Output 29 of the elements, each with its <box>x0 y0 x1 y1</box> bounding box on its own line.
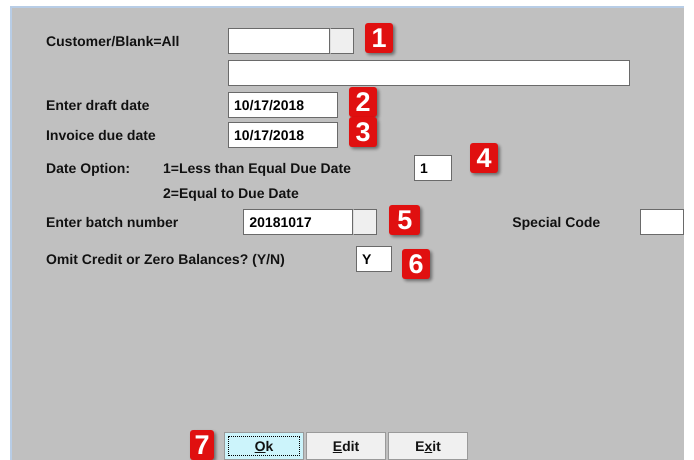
number-badge: 1 <box>365 23 393 53</box>
field-label: Date Option: <box>46 160 131 176</box>
lookup-button[interactable] <box>353 209 378 235</box>
option-field[interactable]: 1 <box>414 155 452 181</box>
date-field[interactable]: 10/17/2018 <box>228 122 338 148</box>
field-label: Omit Credit or Zero Balances? (Y/N) <box>46 251 286 267</box>
field-label: Customer/Blank=All <box>46 33 180 49</box>
number-badge: 6 <box>402 249 430 279</box>
lookup-button[interactable] <box>330 28 354 54</box>
dialog-button[interactable]: Ok <box>224 432 304 460</box>
date-field[interactable]: 10/17/2018 <box>228 92 338 118</box>
field-label: Enter draft date <box>46 97 150 113</box>
customer-name-field[interactable] <box>228 60 630 86</box>
number-badge: 2 <box>349 87 377 117</box>
number-badge: 3 <box>349 117 377 147</box>
yes-no-field[interactable]: Y <box>356 246 392 272</box>
option-text: 1=Less than Equal Due Date <box>163 160 352 176</box>
dialog-button[interactable]: Exit <box>388 432 468 460</box>
field-label: Special Code <box>512 214 602 230</box>
number-badge: 4 <box>470 143 498 173</box>
batch-field[interactable]: 20181017 <box>243 209 354 235</box>
dialog-button[interactable]: Edit <box>306 432 386 460</box>
special-code-field[interactable] <box>640 209 684 235</box>
field-label: Enter batch number <box>46 214 180 230</box>
number-badge: 7 <box>190 430 214 460</box>
number-badge: 5 <box>389 205 420 235</box>
option-text: 2=Equal to Due Date <box>163 185 299 201</box>
field-label: Invoice due date <box>46 127 157 143</box>
customer-field[interactable] <box>228 28 330 54</box>
